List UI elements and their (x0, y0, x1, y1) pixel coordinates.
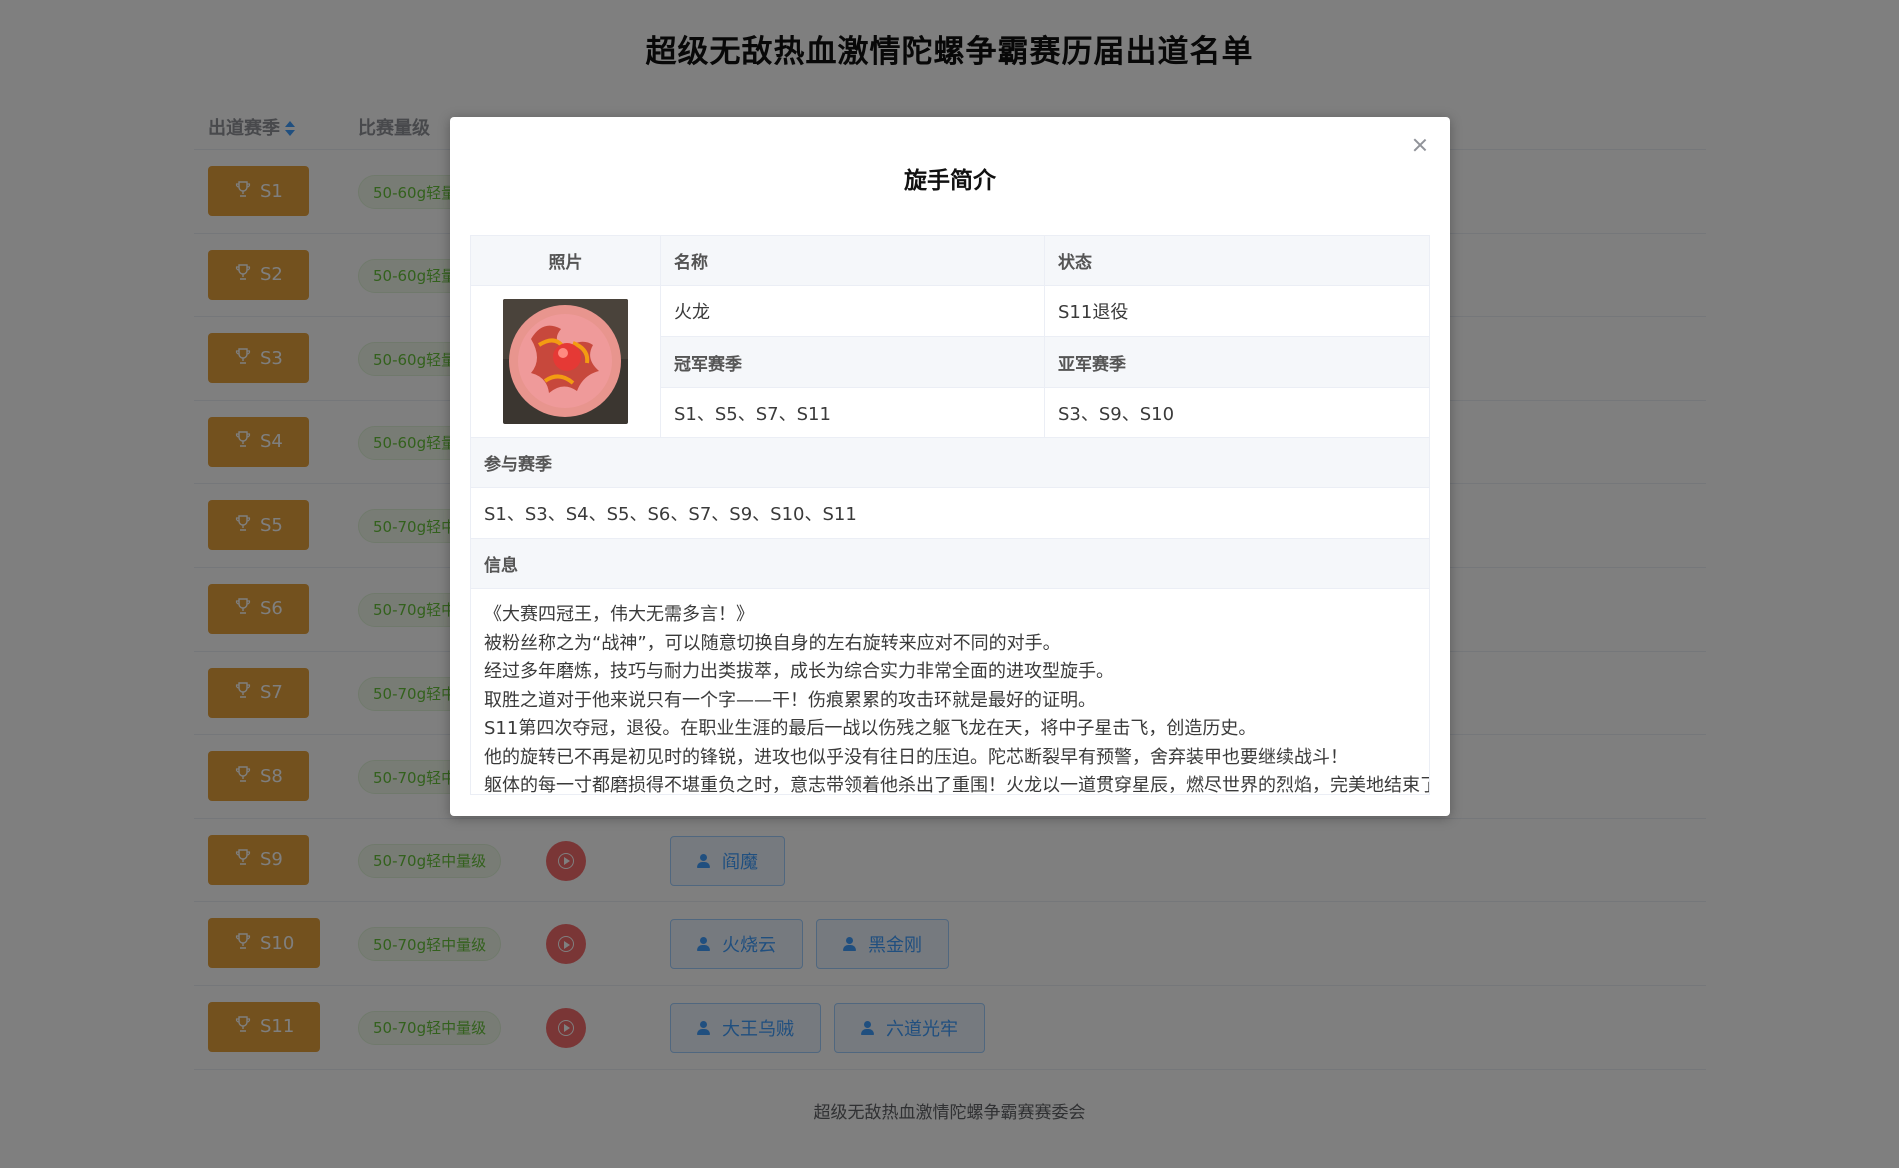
participated-label: 参与赛季 (471, 438, 1429, 488)
player-profile-dialog: 旋手简介 照片 名称 状态 火龙 S11退役 冠军赛季 亚军赛季 S1、S5、S… (450, 117, 1450, 816)
runner-up-value: S3、S9、S10 (1045, 388, 1429, 438)
info-line: 《大赛四冠王，伟大无需多言！》 (484, 604, 754, 625)
info-line: S11第四次夺冠，退役。在职业生涯的最后一战以伤残之躯飞龙在天，将中子星击飞，创… (484, 718, 1257, 739)
info-label: 信息 (471, 539, 1429, 589)
participated-value: S1、S3、S4、S5、S6、S7、S9、S10、S11 (471, 488, 1429, 539)
champion-label: 冠军赛季 (661, 337, 1045, 388)
player-photo (503, 299, 628, 424)
photo-label: 照片 (471, 236, 661, 286)
status-value: S11退役 (1045, 286, 1429, 337)
champion-value: S1、S5、S7、S11 (661, 388, 1045, 438)
profile-descriptions: 照片 名称 状态 火龙 S11退役 冠军赛季 亚军赛季 S1、S5、S7、S11 (470, 235, 1430, 795)
runner-up-label: 亚军赛季 (1045, 337, 1429, 388)
name-value: 火龙 (661, 286, 1045, 337)
info-line: 被粉丝称之为“战神”，可以随意切换自身的左右旋转来应对不同的对手。 (484, 632, 1061, 654)
dialog-title: 旋手简介 (904, 168, 996, 194)
status-label: 状态 (1045, 236, 1429, 286)
close-icon[interactable] (1410, 135, 1430, 155)
info-line: 经过多年磨炼，技巧与耐力出类拔萃，成长为综合实力非常全面的进攻型旋手。 (484, 661, 1114, 682)
info-text: 《大赛四冠王，伟大无需多言！》被粉丝称之为“战神”，可以随意切换自身的左右旋转来… (484, 601, 1430, 795)
info-line: 他的旋转已不再是初见时的锋锐，进攻也似乎没有往日的压迫。陀芯断裂早有预警，舍弃装… (484, 746, 1348, 768)
name-label: 名称 (661, 236, 1045, 286)
photo-cell (471, 286, 661, 438)
info-line: 躯体的每一寸都磨损得不堪重负之时，意志带领着他杀出了重围！火龙以一道贯穿星辰，燃… (484, 775, 1430, 795)
info-line: 取胜之道对于他来说只有一个字——干！伤痕累累的攻击环就是最好的证明。 (484, 689, 1096, 711)
info-scroll-area[interactable]: 《大赛四冠王，伟大无需多言！》被粉丝称之为“战神”，可以随意切换自身的左右旋转来… (471, 589, 1430, 795)
